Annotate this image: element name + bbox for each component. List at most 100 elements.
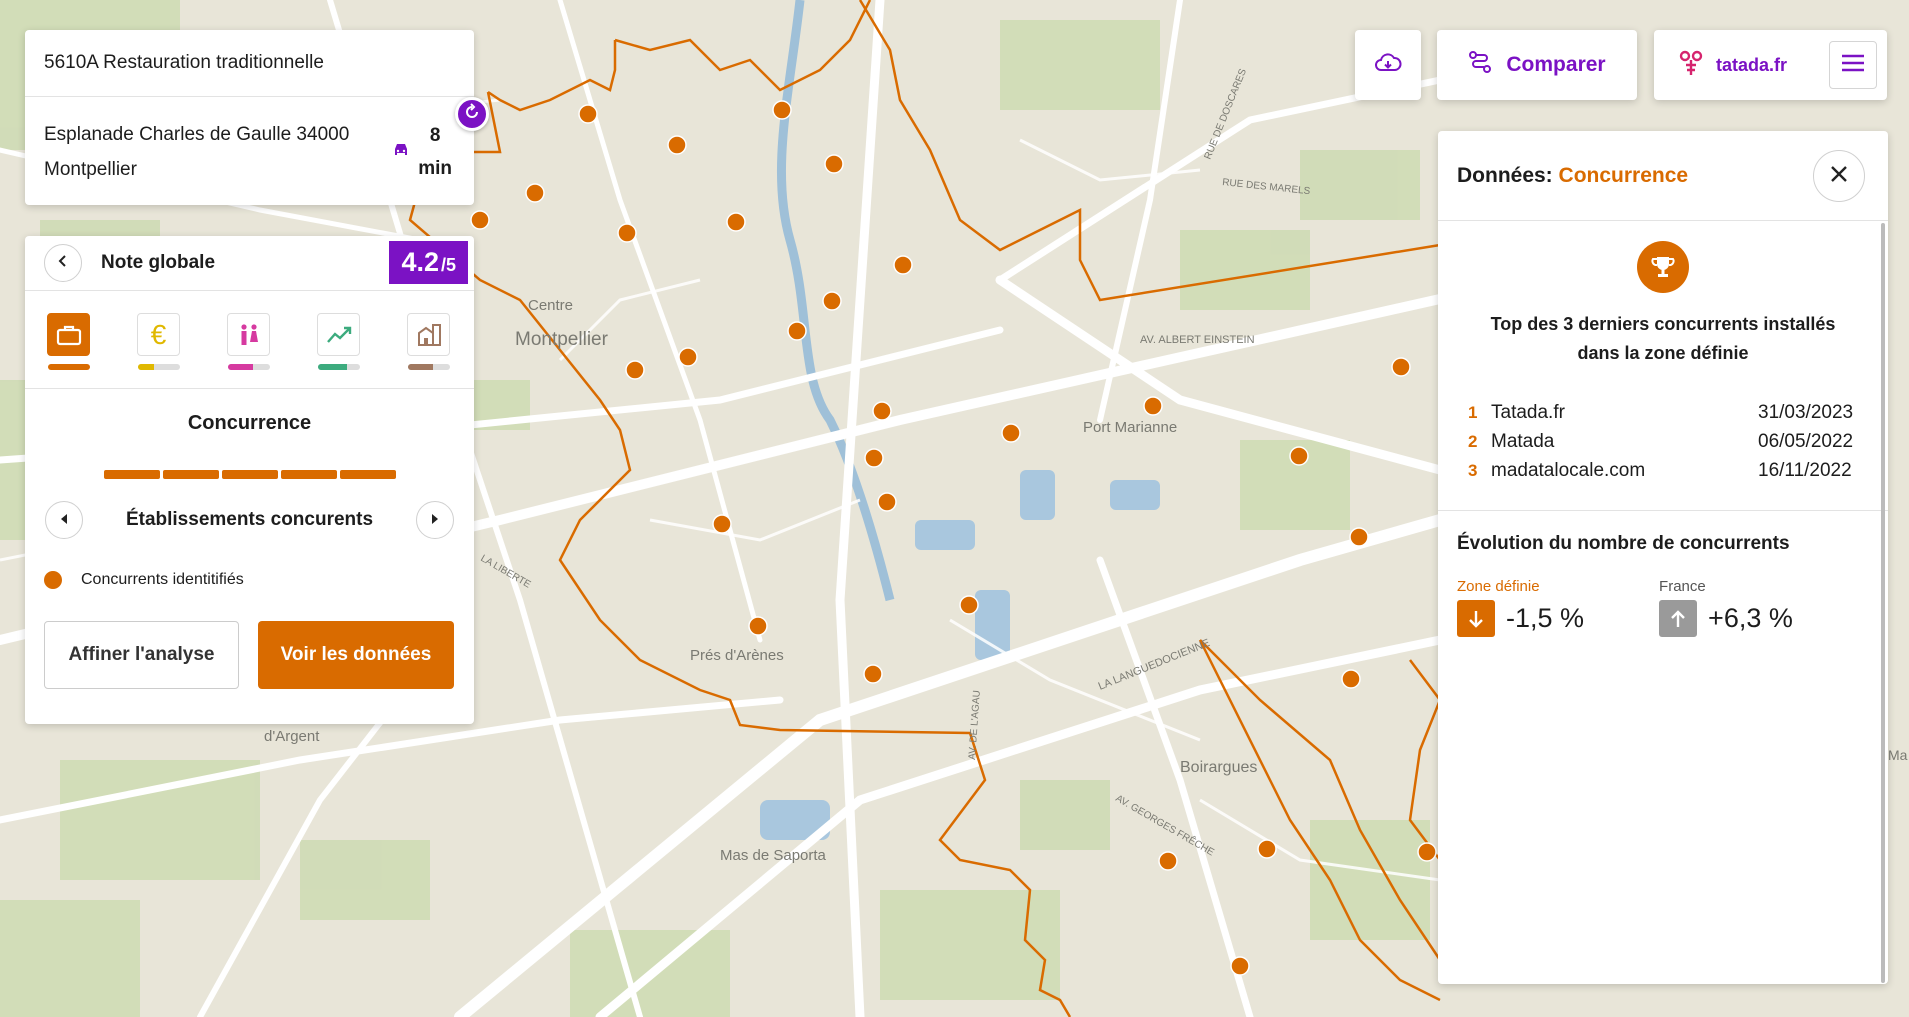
map-legend: Concurrents identitifiés <box>25 571 474 589</box>
evolution-chart: 2522.52017.52402252101952020202220020621… <box>1438 640 1888 920</box>
map-label: Boirargues <box>1180 759 1257 776</box>
brand-name: tatada.fr <box>1716 54 1788 75</box>
tab-economie[interactable]: € <box>137 313 180 370</box>
kpi-france-value: +6,3 % <box>1708 603 1793 633</box>
map-label: Centre <box>528 297 573 314</box>
legend-dot <box>44 571 62 589</box>
tab-population[interactable] <box>227 313 270 370</box>
divider <box>1438 510 1888 511</box>
score-badge: 4.2 /5 <box>389 241 468 284</box>
competitor-name: Matada <box>1491 431 1555 452</box>
category-level-bar <box>137 364 180 370</box>
data-panel: Données: Concurrence Top des 3 derniers … <box>1438 131 1888 984</box>
travel-time[interactable]: 8 min <box>392 119 452 185</box>
refresh-icon <box>463 102 481 126</box>
compare-label: Comparer <box>1506 53 1606 76</box>
rank: 3 <box>1468 461 1478 480</box>
close-panel-button[interactable] <box>1813 150 1865 202</box>
list-item: 1 Tatada.fr 31/03/2023 <box>1468 398 1866 427</box>
map-label: Prés d'Arènes <box>690 647 784 664</box>
indicator-label: Établissements concurents <box>125 509 374 530</box>
caret-right-icon <box>431 511 439 529</box>
kpi-france: France +6,3 % <box>1659 578 1793 637</box>
brand-logo-icon <box>1676 48 1706 83</box>
score-value: 4.2 <box>401 247 439 277</box>
cloud-download-icon <box>1374 52 1402 79</box>
install-date: 16/11/2022 <box>1758 460 1852 481</box>
map-label: AV. ALBERT EINSTEIN <box>1140 334 1255 346</box>
legend-label: Concurrents identitifiés <box>81 571 244 588</box>
kpi-france-label: France <box>1659 578 1706 595</box>
route-icon <box>1468 50 1492 80</box>
evolution-title: Évolution du nombre de concurrents <box>1457 533 1790 554</box>
score-segment <box>280 470 337 479</box>
arrow-down-icon <box>1457 600 1495 637</box>
map-label: Ma Neu <box>1888 747 1909 763</box>
back-button[interactable] <box>44 244 82 282</box>
panel-scrollbar[interactable] <box>1881 223 1885 983</box>
kpi-zone: Zone définie -1,5 % <box>1457 578 1584 637</box>
briefcase-icon <box>47 313 90 356</box>
list-item: 3 madatalocale.com 16/11/2022 <box>1468 456 1866 485</box>
score-segment <box>221 470 278 479</box>
category-level-bar <box>227 364 270 370</box>
map-label: Montpellier <box>515 329 609 350</box>
prev-indicator-button[interactable] <box>45 501 83 539</box>
sub-nav: Établissements concurents <box>25 501 474 539</box>
close-icon <box>1830 165 1848 188</box>
score-segments <box>25 470 474 479</box>
travel-unit: min <box>418 158 452 179</box>
rank: 1 <box>1468 403 1478 422</box>
chevron-left-icon <box>58 254 68 272</box>
panel-header: Données: Concurrence <box>1438 131 1888 221</box>
kpi-row: Zone définie -1,5 % France +6,3 % <box>1438 578 1888 637</box>
address-text: Esplanade Charles de Gaulle 34000 Montpe… <box>44 124 350 180</box>
top-competitors-list: 1 Tatada.fr 31/03/2023 2 Matada 06/05/20… <box>1438 398 1888 485</box>
naf-code[interactable]: 5610A Restauration traditionnelle <box>25 30 474 97</box>
address-card: 5610A Restauration traditionnelle Esplan… <box>25 30 474 205</box>
tab-concurrence[interactable] <box>47 313 90 370</box>
download-button[interactable] <box>1355 30 1421 100</box>
refine-analysis-button[interactable]: Affiner l'analyse <box>44 621 239 689</box>
kpi-zone-value: -1,5 % <box>1506 603 1585 633</box>
score-segment <box>339 470 396 479</box>
map-label: d'Argent <box>264 728 320 745</box>
category-level-bar <box>317 364 360 370</box>
panel-title-prefix: Données: <box>1457 163 1553 187</box>
analysis-title: Note globale <box>101 252 216 273</box>
next-indicator-button[interactable] <box>416 501 454 539</box>
score-segment <box>162 470 219 479</box>
install-date: 31/03/2023 <box>1758 402 1854 423</box>
action-buttons: Affiner l'analyse Voir les données <box>25 621 474 689</box>
analysis-header: Note globale 4.2 /5 <box>25 236 474 291</box>
section-title: Concurrence <box>187 412 312 434</box>
install-date: 06/05/2022 <box>1758 431 1854 452</box>
brand-box: tatada.fr <box>1654 30 1887 100</box>
kpi-zone-label: Zone définie <box>1457 578 1540 595</box>
address-block[interactable]: Esplanade Charles de Gaulle 34000 Montpe… <box>25 97 474 207</box>
trophy-icon <box>1637 241 1689 293</box>
panel-title-accent: Concurrence <box>1558 163 1689 187</box>
tab-immobilier[interactable] <box>407 313 450 370</box>
rank: 2 <box>1468 432 1478 451</box>
trend-icon <box>317 313 360 356</box>
map-label: Port Marianne <box>1083 419 1177 436</box>
tab-dynamisme[interactable] <box>317 313 360 370</box>
car-icon <box>392 136 410 169</box>
competitor-name: Tatada.fr <box>1491 402 1565 423</box>
category-level-bar <box>407 364 450 370</box>
menu-button[interactable] <box>1829 41 1877 89</box>
arrow-up-icon <box>1659 600 1698 637</box>
score-segment <box>103 470 160 479</box>
caret-left-icon <box>60 511 68 529</box>
competitor-name: madatalocale.com <box>1491 460 1646 481</box>
score-max: /5 <box>440 255 456 275</box>
analysis-card: Note globale 4.2 /5 € Concurrence Établi… <box>25 236 474 724</box>
view-data-button[interactable]: Voir les données <box>258 621 454 689</box>
top-competitors-title: Top des 3 derniers concurrents installés… <box>1490 314 1836 363</box>
buildings-icon <box>407 313 450 356</box>
travel-duration: 8 min <box>418 119 452 185</box>
reset-button[interactable] <box>455 97 489 131</box>
compare-button[interactable]: Comparer <box>1437 30 1637 100</box>
people-icon <box>227 313 270 356</box>
